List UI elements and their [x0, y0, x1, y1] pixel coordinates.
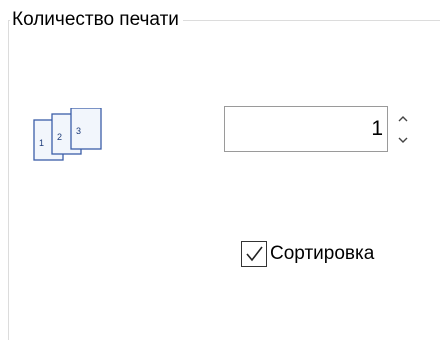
- copies-input[interactable]: 1: [224, 106, 388, 152]
- collate-checkbox[interactable]: [241, 241, 267, 267]
- page-1-number: 1: [39, 138, 44, 148]
- page-3: 3: [70, 108, 102, 150]
- page-2-number: 2: [57, 132, 62, 142]
- spin-buttons: [390, 108, 416, 150]
- chevron-down-icon: [398, 137, 408, 143]
- page-3-number: 3: [76, 126, 81, 136]
- group-box-title: Количество печати: [10, 8, 183, 32]
- copies-spinbox: 1: [224, 106, 420, 152]
- collate-checkbox-row[interactable]: Сортировка: [241, 240, 374, 268]
- collate-label[interactable]: Сортировка: [270, 243, 374, 265]
- collated-copies-icon: 1 2 3: [33, 108, 102, 161]
- group-box-frame: [8, 20, 440, 340]
- increment-button[interactable]: [390, 108, 416, 129]
- decrement-button[interactable]: [390, 129, 416, 150]
- chevron-up-icon: [398, 115, 408, 121]
- checkmark-icon: [246, 246, 263, 262]
- print-copies-panel: Количество печати 1 2 3 1 Сортировка: [0, 0, 440, 340]
